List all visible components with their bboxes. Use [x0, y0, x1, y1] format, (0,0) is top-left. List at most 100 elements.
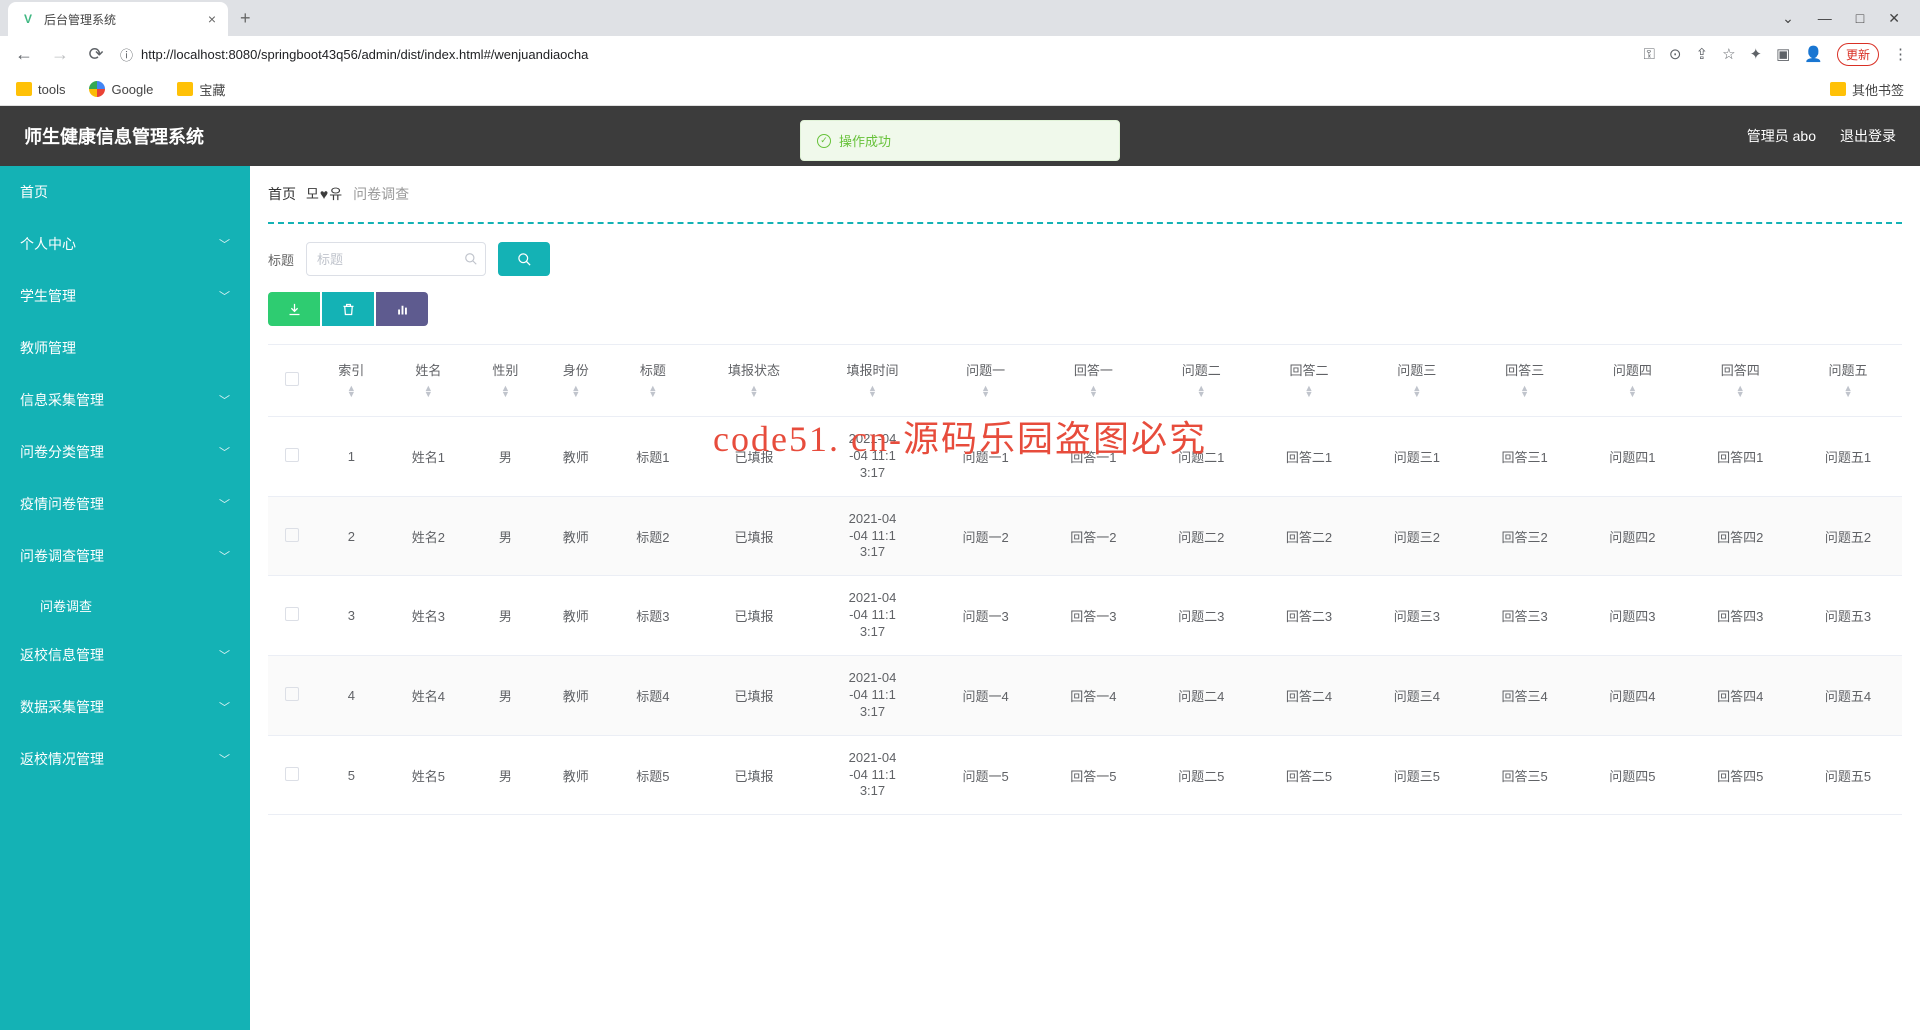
- share-icon[interactable]: ⇪: [1696, 45, 1709, 63]
- table-header[interactable]: 姓名▲▼: [387, 345, 471, 417]
- sort-icon[interactable]: ▲▼: [501, 385, 510, 397]
- chevron-down-icon: ﹀: [219, 288, 230, 304]
- sidebar-item[interactable]: 问卷分类管理﹀: [0, 426, 250, 478]
- table-header[interactable]: 填报时间▲▼: [813, 345, 932, 417]
- sidebar-item[interactable]: 返校信息管理﹀: [0, 629, 250, 681]
- sidebar-item[interactable]: 数据采集管理﹀: [0, 681, 250, 733]
- cell-a2: 回答二2: [1255, 496, 1363, 576]
- table-header[interactable]: 身份▲▼: [541, 345, 611, 417]
- browser-tab[interactable]: V 后台管理系统 ×: [8, 2, 228, 36]
- search-toggle-icon[interactable]: ⊙: [1669, 45, 1682, 63]
- cell-q4: 问题四2: [1579, 496, 1687, 576]
- table-header[interactable]: 性别▲▼: [470, 345, 540, 417]
- checkbox[interactable]: [285, 372, 299, 386]
- checkbox[interactable]: [285, 687, 299, 701]
- sidebar-item[interactable]: 首页: [0, 166, 250, 218]
- table-header[interactable]: 回答一▲▼: [1040, 345, 1148, 417]
- reload-button[interactable]: ⟳: [84, 44, 108, 65]
- bookmark-tools[interactable]: tools: [16, 82, 65, 97]
- star-icon[interactable]: ☆: [1722, 45, 1735, 63]
- key-icon[interactable]: ⚿: [1644, 46, 1655, 63]
- checkbox[interactable]: [285, 448, 299, 462]
- checkbox[interactable]: [285, 528, 299, 542]
- sort-icon[interactable]: ▲▼: [750, 385, 759, 397]
- search-button[interactable]: [498, 242, 550, 276]
- table-header[interactable]: 问题三▲▼: [1363, 345, 1471, 417]
- menu-icon[interactable]: ⋮: [1893, 45, 1908, 63]
- sort-icon[interactable]: ▲▼: [1628, 385, 1637, 397]
- table-header-checkbox: [268, 345, 316, 417]
- profile-icon[interactable]: 👤: [1804, 45, 1823, 63]
- bookmark-baozang[interactable]: 宝藏: [177, 80, 225, 99]
- download-button[interactable]: [268, 292, 320, 326]
- sort-icon[interactable]: ▲▼: [868, 385, 877, 397]
- sidebar-item[interactable]: 信息采集管理﹀: [0, 374, 250, 426]
- minimize-icon[interactable]: —: [1818, 10, 1832, 27]
- cell-time: 2021-04-04 11:13:17: [813, 496, 932, 576]
- logout-link[interactable]: 退出登录: [1840, 126, 1896, 146]
- sidebar-item[interactable]: 学生管理﹀: [0, 270, 250, 322]
- table-header[interactable]: 填报状态▲▼: [695, 345, 814, 417]
- cell-status: 已填报: [695, 417, 814, 497]
- search-input[interactable]: [306, 242, 486, 276]
- sidebar-item[interactable]: 问卷调查管理﹀: [0, 530, 250, 582]
- cell-q4: 问题四3: [1579, 576, 1687, 656]
- sort-icon[interactable]: ▲▼: [1736, 385, 1745, 397]
- current-user[interactable]: 管理员 abo: [1747, 126, 1816, 146]
- bookmark-google[interactable]: Google: [89, 81, 153, 97]
- sort-icon[interactable]: ▲▼: [571, 385, 580, 397]
- close-icon[interactable]: ×: [208, 11, 216, 27]
- table-row[interactable]: 4姓名4男教师标题4已填报2021-04-04 11:13:17问题一4回答一4…: [268, 656, 1902, 736]
- sort-icon[interactable]: ▲▼: [981, 385, 990, 397]
- new-tab-button[interactable]: +: [240, 8, 251, 29]
- maximize-icon[interactable]: □: [1856, 10, 1864, 27]
- checkbox[interactable]: [285, 767, 299, 781]
- sort-icon[interactable]: ▲▼: [424, 385, 433, 397]
- table-row[interactable]: 5姓名5男教师标题5已填报2021-04-04 11:13:17问题一5回答一5…: [268, 735, 1902, 815]
- sidebar-item[interactable]: 教师管理: [0, 322, 250, 374]
- table-header[interactable]: 回答二▲▼: [1255, 345, 1363, 417]
- forward-button[interactable]: →: [48, 44, 72, 65]
- table-row[interactable]: 1姓名1男教师标题1已填报2021-04-04 11:13:17问题一1回答一1…: [268, 417, 1902, 497]
- sort-icon[interactable]: ▲▼: [1520, 385, 1529, 397]
- sort-icon[interactable]: ▲▼: [648, 385, 657, 397]
- back-button[interactable]: ←: [12, 44, 36, 65]
- table-row[interactable]: 3姓名3男教师标题3已填报2021-04-04 11:13:17问题一3回答一3…: [268, 576, 1902, 656]
- sidebar-subitem[interactable]: 问卷调查: [0, 582, 250, 629]
- cell-a1: 回答一1: [1040, 417, 1148, 497]
- puzzle-icon[interactable]: ✦: [1750, 45, 1763, 63]
- sort-icon[interactable]: ▲▼: [347, 385, 356, 397]
- browser-chrome: V 后台管理系统 × + ⌄ — □ ✕ ← → ⟳ ⓘ http://loca…: [0, 0, 1920, 106]
- table-header[interactable]: 回答四▲▼: [1686, 345, 1794, 417]
- table-header[interactable]: 问题二▲▼: [1147, 345, 1255, 417]
- sidebar-item[interactable]: 个人中心﹀: [0, 218, 250, 270]
- sort-icon[interactable]: ▲▼: [1197, 385, 1206, 397]
- cell-gender: 男: [470, 656, 540, 736]
- delete-button[interactable]: [322, 292, 374, 326]
- sidebar-item[interactable]: 疫情问卷管理﹀: [0, 478, 250, 530]
- update-button[interactable]: 更新: [1837, 43, 1879, 66]
- sort-icon[interactable]: ▲▼: [1305, 385, 1314, 397]
- table-header[interactable]: 问题五▲▼: [1794, 345, 1902, 417]
- sort-icon[interactable]: ▲▼: [1412, 385, 1421, 397]
- chevron-down-icon: ﹀: [219, 699, 230, 715]
- table-header[interactable]: 标题▲▼: [611, 345, 695, 417]
- cell-status: 已填报: [695, 576, 814, 656]
- chevron-down-icon[interactable]: ⌄: [1782, 10, 1794, 27]
- table-header[interactable]: 问题四▲▼: [1579, 345, 1687, 417]
- sort-icon[interactable]: ▲▼: [1089, 385, 1098, 397]
- close-window-icon[interactable]: ✕: [1888, 10, 1900, 27]
- table-header[interactable]: 回答三▲▼: [1471, 345, 1579, 417]
- checkbox[interactable]: [285, 607, 299, 621]
- sidebar-item[interactable]: 返校情况管理﹀: [0, 733, 250, 785]
- table-header[interactable]: 索引▲▼: [316, 345, 386, 417]
- breadcrumb-home[interactable]: 首页: [268, 184, 296, 204]
- table-header[interactable]: 问题一▲▼: [932, 345, 1040, 417]
- table-row[interactable]: 2姓名2男教师标题2已填报2021-04-04 11:13:17问题一2回答一2…: [268, 496, 1902, 576]
- url-bar[interactable]: ⓘ http://localhost:8080/springboot43q56/…: [120, 40, 1632, 68]
- other-bookmarks[interactable]: 其他书签: [1830, 80, 1904, 99]
- toast-message: 操作成功: [839, 131, 891, 150]
- side-panel-icon[interactable]: ▣: [1776, 45, 1790, 63]
- chart-button[interactable]: [376, 292, 428, 326]
- sort-icon[interactable]: ▲▼: [1844, 385, 1853, 397]
